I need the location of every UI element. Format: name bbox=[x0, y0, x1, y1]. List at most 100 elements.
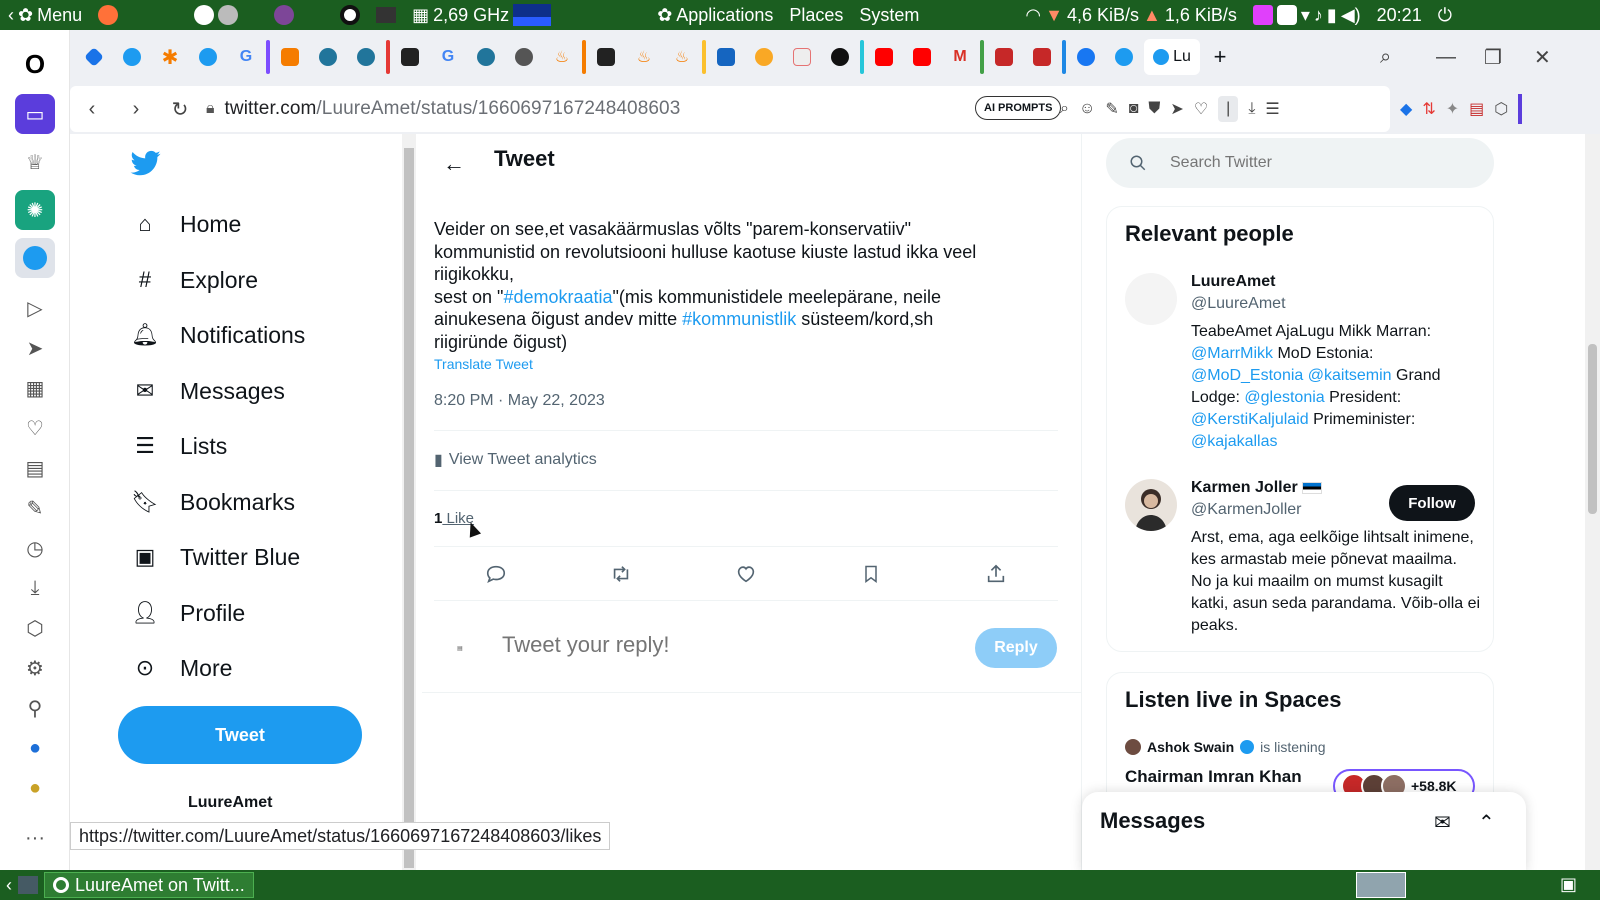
minimize-button[interactable]: — bbox=[1436, 30, 1456, 84]
tab[interactable]: ✱ bbox=[152, 39, 188, 75]
opera-menu-logo-icon[interactable]: O bbox=[15, 44, 55, 84]
tab[interactable] bbox=[708, 39, 744, 75]
settings-sliders-icon[interactable]: ☰ bbox=[1265, 99, 1279, 119]
gear-icon[interactable]: ⚙ bbox=[15, 648, 55, 688]
tab[interactable]: M bbox=[942, 39, 978, 75]
maximize-button[interactable]: ❐ bbox=[1484, 30, 1502, 84]
messages-drawer[interactable]: Messages ✉ ⌃ bbox=[1082, 792, 1526, 870]
download-icon[interactable]: ⤓ bbox=[1248, 100, 1255, 118]
avatar[interactable] bbox=[1125, 273, 1177, 325]
twitter-sidebar-icon[interactable] bbox=[15, 238, 55, 278]
downloads-icon[interactable]: ⤓ bbox=[15, 568, 55, 608]
tab[interactable] bbox=[76, 39, 112, 75]
tab[interactable] bbox=[272, 39, 308, 75]
tray-trash-icon[interactable]: ▣ bbox=[1560, 874, 1577, 895]
nav-explore[interactable]: # Explore bbox=[132, 260, 258, 300]
box-icon[interactable]: ⬡ bbox=[15, 608, 55, 648]
firefox-launcher[interactable] bbox=[90, 5, 126, 25]
tab[interactable] bbox=[588, 39, 624, 75]
page-scrollbar[interactable] bbox=[1585, 134, 1600, 870]
send-icon[interactable]: ➤ bbox=[15, 328, 55, 368]
tab[interactable] bbox=[506, 39, 542, 75]
twitter-logo-icon[interactable] bbox=[130, 148, 162, 178]
tab[interactable]: G bbox=[430, 39, 466, 75]
person-name-row[interactable]: Karmen Joller bbox=[1191, 479, 1323, 497]
hashtag-link[interactable]: #demokraatia bbox=[503, 287, 612, 307]
tab[interactable]: ♨ bbox=[544, 39, 580, 75]
player-icon[interactable]: ▷ bbox=[15, 288, 55, 328]
history-icon[interactable]: ◷ bbox=[15, 528, 55, 568]
search-input[interactable] bbox=[1170, 154, 1470, 172]
tweet-button[interactable]: Tweet bbox=[118, 706, 362, 764]
nav-twitter-blue[interactable]: ▣ Twitter Blue bbox=[132, 537, 301, 577]
page-scroll-thumb[interactable] bbox=[1588, 344, 1597, 514]
tab[interactable] bbox=[190, 39, 226, 75]
edit-icon[interactable]: ✎ bbox=[15, 488, 55, 528]
left-nav-scroll-thumb[interactable] bbox=[404, 148, 414, 868]
menu-button[interactable]: ‹ ✿ Menu bbox=[0, 5, 90, 26]
nav-messages[interactable]: ✉ Messages bbox=[132, 371, 285, 411]
active-tab[interactable]: Lu bbox=[1144, 39, 1200, 75]
applications-menu[interactable]: ✿ Applications bbox=[649, 5, 781, 26]
space-name[interactable]: Chairman Imran Khan bbox=[1125, 767, 1302, 787]
tab[interactable]: ♨ bbox=[664, 39, 700, 75]
tab[interactable] bbox=[310, 39, 346, 75]
pen-icon[interactable]: ✎ bbox=[1105, 99, 1118, 119]
chevron-left-icon[interactable]: ‹ bbox=[0, 875, 18, 896]
tab[interactable] bbox=[1106, 39, 1142, 75]
mention-link[interactable]: @kaitsemin bbox=[1308, 367, 1392, 384]
left-nav-scrollbar[interactable] bbox=[402, 134, 416, 870]
mention-link[interactable]: @kajakallas bbox=[1191, 433, 1278, 450]
nav-lists[interactable]: ☰ Lists bbox=[132, 426, 227, 466]
taskbar-window-button[interactable]: LuureAmet on Twitt... bbox=[44, 872, 254, 898]
person-name[interactable]: LuureAmet bbox=[1191, 273, 1275, 291]
nav-home[interactable]: ⌂ Home bbox=[132, 204, 241, 244]
system-menu[interactable]: System bbox=[851, 5, 927, 26]
show-desktop-icon[interactable] bbox=[18, 876, 38, 894]
tab[interactable] bbox=[746, 39, 782, 75]
workspace-switcher[interactable] bbox=[1356, 872, 1406, 898]
shield-icon[interactable]: ⛊ bbox=[1148, 100, 1160, 118]
sidebar-more-icon[interactable]: ··· bbox=[15, 818, 55, 858]
translate-tweet-link[interactable]: Translate Tweet bbox=[434, 356, 533, 372]
chat-bubble-icon[interactable]: ● bbox=[15, 728, 55, 768]
expand-icon[interactable]: ⌃ bbox=[1478, 810, 1495, 835]
tab[interactable] bbox=[114, 39, 150, 75]
tray-apps[interactable] bbox=[186, 5, 246, 25]
mention-link[interactable]: @KerstiKaljulaid bbox=[1191, 411, 1309, 428]
nav-notifications[interactable]: 🔔︎ Notifications bbox=[131, 315, 305, 355]
chatgpt-icon[interactable]: ✺ bbox=[15, 190, 55, 230]
apps-grid-icon[interactable]: ▦ bbox=[15, 368, 55, 408]
account-switcher[interactable]: LuureAmet bbox=[188, 794, 272, 812]
wallet-icon[interactable]: ● bbox=[15, 768, 55, 808]
extension-diamond-icon[interactable]: ◆ bbox=[1400, 99, 1412, 119]
mention-link[interactable]: @MarrMikk bbox=[1191, 345, 1273, 362]
hashtag-link[interactable]: #kommunistlik bbox=[682, 309, 796, 329]
lens-icon[interactable]: ⌕ bbox=[1060, 100, 1069, 118]
bookmark-action[interactable] bbox=[853, 556, 889, 592]
new-tab-button[interactable]: + bbox=[1202, 39, 1238, 75]
tab-search-button[interactable]: ⌕ bbox=[1380, 30, 1391, 84]
reply-action[interactable] bbox=[478, 556, 514, 592]
new-message-icon[interactable]: ✉ bbox=[1434, 810, 1451, 835]
tab[interactable]: ♨ bbox=[626, 39, 662, 75]
reply-input[interactable] bbox=[502, 632, 942, 658]
tab[interactable] bbox=[784, 39, 820, 75]
emoji-icon[interactable]: ☺ bbox=[1079, 100, 1095, 118]
tab[interactable] bbox=[904, 39, 940, 75]
back-nav-button[interactable]: ‹ bbox=[70, 98, 114, 121]
tab[interactable] bbox=[1068, 39, 1104, 75]
tab[interactable] bbox=[348, 39, 384, 75]
avatar[interactable] bbox=[1125, 479, 1177, 531]
spaces-host[interactable]: Ashok Swain is listening bbox=[1125, 739, 1326, 755]
lightbulb-icon[interactable]: ⚲ bbox=[15, 688, 55, 728]
extension-cube-icon[interactable]: ⬡ bbox=[1494, 99, 1508, 119]
mention-link[interactable]: @glestonia bbox=[1244, 389, 1324, 406]
camera-icon[interactable]: ◙ bbox=[1129, 100, 1139, 118]
forward-nav-button[interactable]: › bbox=[114, 98, 158, 121]
tweet-timestamp[interactable]: 8:20 PM · May 22, 2023 bbox=[434, 392, 605, 410]
reply-button[interactable]: Reply bbox=[975, 628, 1057, 668]
terminal-launcher[interactable] bbox=[368, 7, 404, 23]
power-button[interactable]: ⏻ bbox=[1430, 5, 1460, 26]
clock[interactable]: 20:21 bbox=[1369, 5, 1430, 26]
